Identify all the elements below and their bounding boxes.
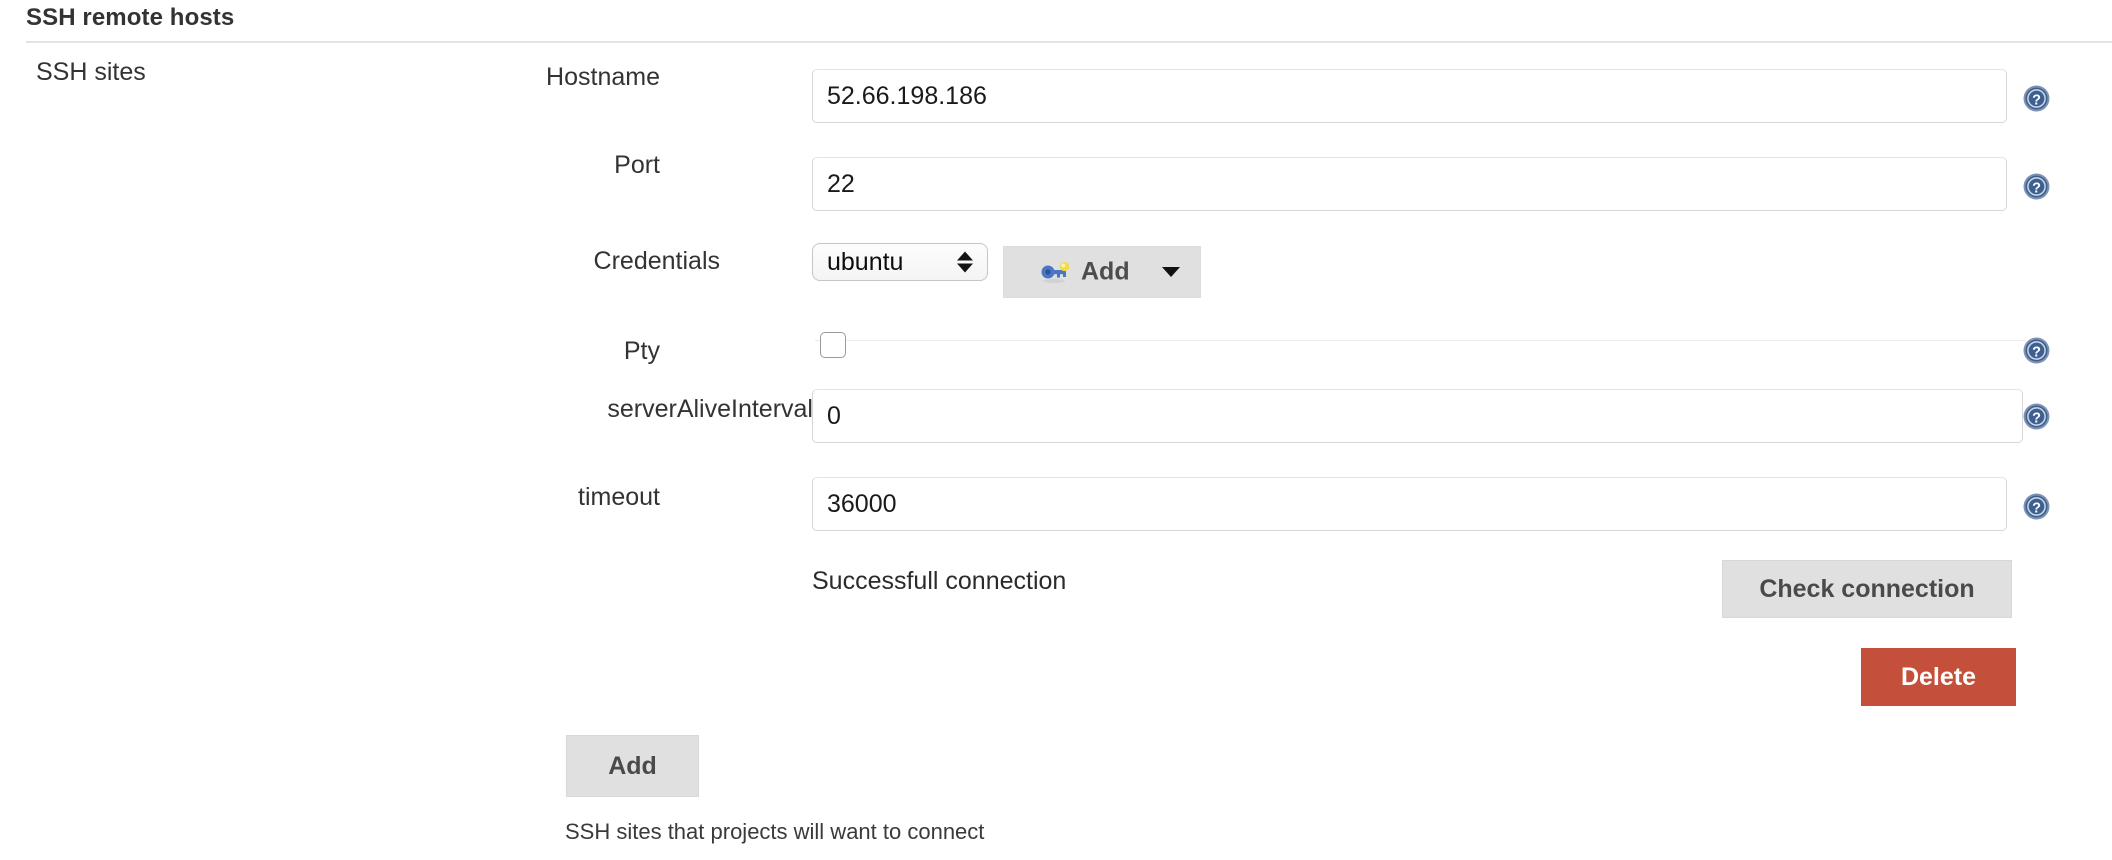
connection-status-text: Successfull connection <box>812 567 1067 595</box>
hostname-input[interactable]: 52.66.198.186 <box>812 69 2007 123</box>
credentials-selected-value: ubuntu <box>827 247 904 276</box>
add-credential-label: Add <box>1081 257 1130 286</box>
check-connection-button[interactable]: Check connection <box>1722 560 2012 618</box>
help-circle-icon[interactable]: ? <box>2023 85 2050 112</box>
pty-checkbox[interactable] <box>820 332 846 358</box>
svg-text:?: ? <box>2032 92 2041 108</box>
timeout-label: timeout <box>578 483 660 511</box>
svg-text:?: ? <box>2032 180 2041 196</box>
hostname-label: Hostname <box>546 63 660 91</box>
pty-row-divider <box>815 340 2026 341</box>
credentials-select[interactable]: ubuntu <box>812 243 988 281</box>
help-circle-icon[interactable]: ? <box>2023 403 2050 430</box>
svg-text:?: ? <box>2032 344 2041 360</box>
key-icon <box>1041 261 1070 283</box>
svg-text:?: ? <box>2032 410 2041 426</box>
svg-text:?: ? <box>2032 500 2041 516</box>
add-ssh-site-button[interactable]: Add <box>566 735 699 797</box>
header-divider <box>26 41 2112 43</box>
server-alive-interval-input[interactable]: 0 <box>812 389 2023 443</box>
chevron-down-icon[interactable] <box>1162 267 1180 277</box>
ssh-sites-group-label: SSH sites <box>36 58 146 86</box>
port-label: Port <box>614 151 660 179</box>
help-circle-icon[interactable]: ? <box>2023 493 2050 520</box>
ssh-sites-description: SSH sites that projects will want to con… <box>565 819 985 844</box>
select-spinner-icon <box>957 251 973 273</box>
ssh-remote-hosts-page: SSH remote hosts SSH sites Hostname 52.6… <box>0 0 2112 860</box>
port-input[interactable]: 22 <box>812 157 2007 211</box>
timeout-input[interactable]: 36000 <box>812 477 2007 531</box>
server-alive-interval-label: serverAliveInterval <box>607 395 813 423</box>
delete-button[interactable]: Delete <box>1861 648 2016 706</box>
help-circle-icon[interactable]: ? <box>2023 337 2050 364</box>
credentials-label: Credentials <box>593 247 720 275</box>
help-circle-icon[interactable]: ? <box>2023 173 2050 200</box>
pty-label: Pty <box>623 337 660 365</box>
page-title: SSH remote hosts <box>26 4 235 31</box>
add-credential-button[interactable]: Add <box>1003 246 1201 298</box>
